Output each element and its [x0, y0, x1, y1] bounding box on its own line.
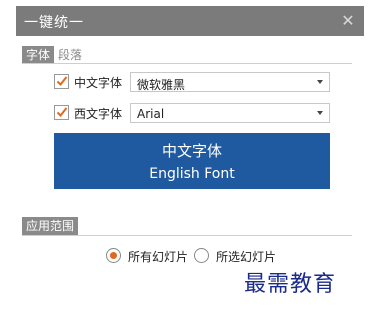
chinese-font-value: 微软雅黑	[137, 78, 186, 92]
radio-selected-slides-button[interactable]	[194, 248, 209, 263]
checkmark-icon	[56, 107, 68, 117]
radio-all-slides-button[interactable]	[106, 248, 121, 263]
unify-panel: 一键统一 ✕ 字体 段落 中文字体 微软雅黑 西文字体 Arial 中文字体 E…	[16, 6, 364, 306]
chinese-font-row: 中文字体 微软雅黑	[54, 72, 334, 92]
title-bar: 一键统一 ✕	[16, 6, 364, 36]
chinese-font-checkbox[interactable]	[54, 74, 69, 89]
dropdown-arrow-icon	[317, 80, 323, 84]
radio-selected-slides-label: 所选幻灯片	[216, 250, 277, 264]
preview-chinese-text: 中文字体	[161, 142, 222, 160]
western-font-label: 西文字体	[74, 107, 123, 121]
western-font-checkbox[interactable]	[54, 105, 69, 120]
radio-all-slides-label: 所有幻灯片	[128, 250, 189, 264]
tab-paragraph[interactable]: 段落	[54, 46, 86, 64]
checkmark-icon	[56, 76, 68, 86]
western-font-row: 西文字体 Arial	[54, 103, 334, 123]
panel-title: 一键统一	[24, 15, 84, 31]
watermark: 最需教育	[244, 272, 337, 297]
scope-divider	[22, 235, 352, 236]
close-icon[interactable]: ✕	[340, 11, 356, 30]
font-preview: 中文字体 English Font	[54, 133, 330, 189]
western-font-select[interactable]: Arial	[130, 103, 330, 123]
chinese-font-select[interactable]: 微软雅黑	[130, 72, 330, 92]
scope-section-title: 应用范围	[22, 217, 79, 235]
tab-strip: 字体 段落	[22, 44, 86, 64]
tab-divider	[22, 63, 352, 64]
radio-selected-dot	[110, 252, 117, 259]
dropdown-arrow-icon	[317, 111, 323, 115]
preview-english-text: English Font	[149, 166, 235, 182]
western-font-value: Arial	[137, 107, 165, 121]
chinese-font-label: 中文字体	[74, 76, 123, 90]
tab-font[interactable]: 字体	[22, 46, 55, 64]
